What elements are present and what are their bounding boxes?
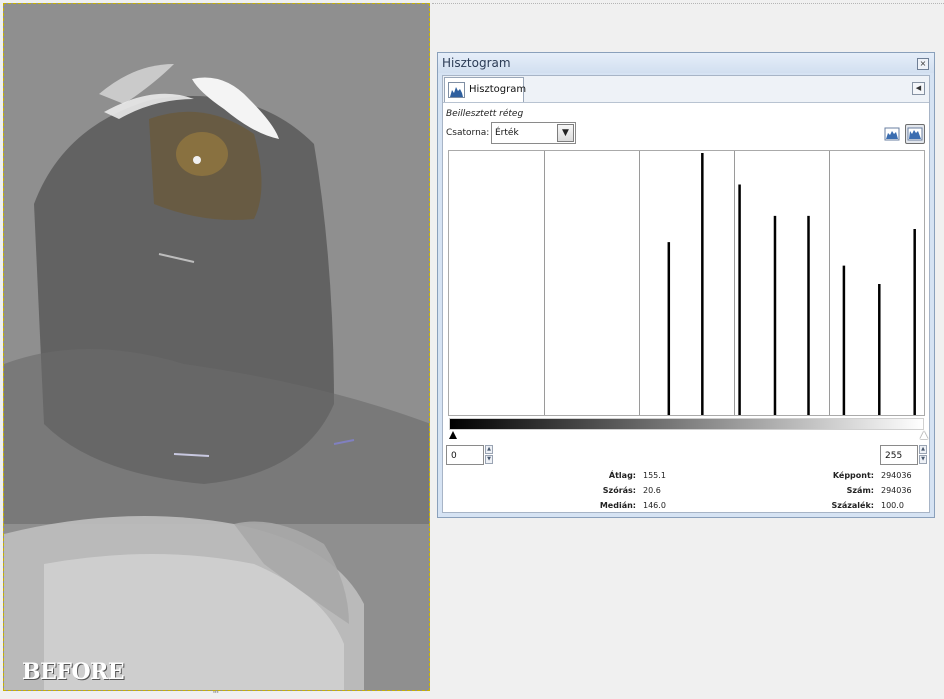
logarithmic-histogram-icon xyxy=(907,127,923,141)
channel-label: Csatorna: xyxy=(446,128,490,138)
linear-histogram-button[interactable] xyxy=(882,124,902,144)
spin-up-icon[interactable]: ▲ xyxy=(485,445,493,454)
pixels-label: Képpont: xyxy=(832,471,874,480)
tab-histogram[interactable]: Hisztogram xyxy=(444,77,527,102)
spin-up-icon[interactable]: ▲ xyxy=(919,445,927,454)
histogram-plot[interactable] xyxy=(448,150,925,416)
range-low-field[interactable]: 0 xyxy=(446,445,484,465)
tab-strip: Hisztogram ◀ xyxy=(443,76,929,103)
range-high-spinbox[interactable]: 255 ▲ ▼ xyxy=(880,445,928,465)
logarithmic-histogram-button[interactable] xyxy=(905,124,925,144)
pixels-value: 294036 xyxy=(881,471,912,480)
canvas-resize-grip[interactable]: ''' xyxy=(213,691,223,698)
channel-value: Érték xyxy=(495,128,519,138)
before-watermark: BEFORE xyxy=(22,659,125,685)
count-value: 294036 xyxy=(881,486,912,495)
high-range-handle[interactable] xyxy=(920,431,928,439)
image-canvas[interactable]: BEFORE xyxy=(3,3,430,691)
percent-label: Százalék: xyxy=(831,501,874,510)
close-icon[interactable]: × xyxy=(917,58,929,70)
channel-select[interactable]: Érték ▼ xyxy=(491,122,576,144)
dialog-titlebar[interactable]: Hisztogram × xyxy=(438,53,934,73)
mean-label: Átlag: xyxy=(608,471,636,480)
tab-menu-icon[interactable]: ◀ xyxy=(912,82,925,95)
chevron-down-icon[interactable]: ▼ xyxy=(557,124,574,142)
low-range-handle[interactable] xyxy=(449,431,457,439)
tab-label: Hisztogram xyxy=(469,84,527,95)
std-value: 20.6 xyxy=(643,486,661,495)
spin-down-icon[interactable]: ▼ xyxy=(485,455,493,464)
linear-histogram-icon xyxy=(884,127,900,141)
range-high-field[interactable]: 255 xyxy=(880,445,918,465)
percent-value: 100.0 xyxy=(881,501,904,510)
median-label: Medián: xyxy=(599,501,636,510)
count-label: Szám: xyxy=(846,486,874,495)
canvas-image xyxy=(4,4,429,690)
spin-down-icon[interactable]: ▼ xyxy=(919,455,927,464)
histogram-icon xyxy=(448,82,465,98)
value-gradient-bar xyxy=(449,418,924,430)
std-label: Szórás: xyxy=(602,486,636,495)
histogram-body: Hisztogram ◀ Beillesztett réteg Csatorna… xyxy=(442,75,930,513)
dialog-title: Hisztogram xyxy=(442,56,511,70)
layer-name: Beillesztett réteg xyxy=(446,109,524,119)
histogram-svg xyxy=(544,151,916,415)
mean-value: 155.1 xyxy=(643,471,666,480)
range-low-spinbox[interactable]: 0 ▲ ▼ xyxy=(446,445,494,465)
median-value: 146.0 xyxy=(643,501,666,510)
histogram-dialog: Hisztogram × Hisztogram ◀ Beillesztett r… xyxy=(437,52,935,518)
top-ruler-line xyxy=(432,3,944,4)
